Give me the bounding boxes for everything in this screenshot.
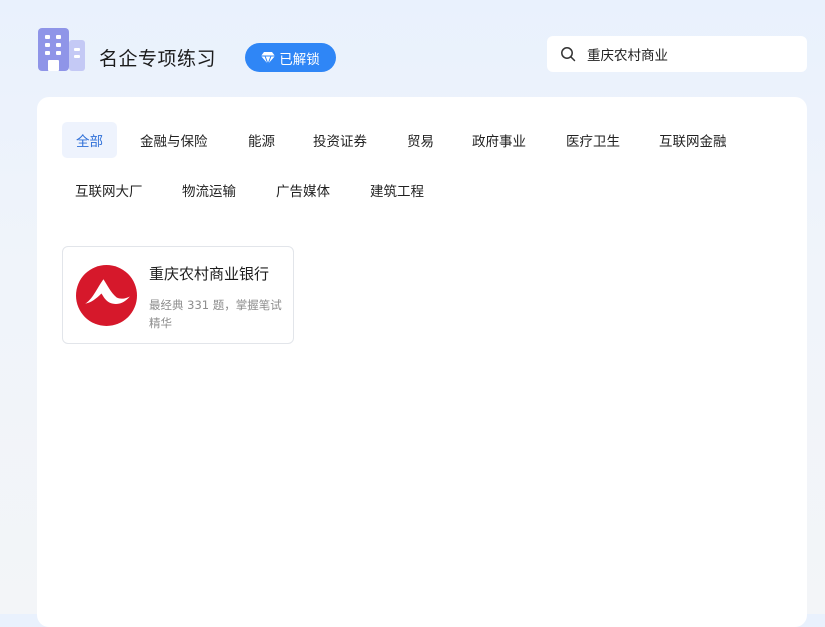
company-description: 最经典 331 题，掌握笔试精华 — [149, 298, 282, 330]
header: 名企专项练习 已解锁 — [0, 0, 825, 97]
category-tab-healthcare[interactable]: 医疗卫生 — [552, 122, 634, 158]
category-tab-internet-finance[interactable]: 互联网金融 — [645, 122, 741, 158]
category-tab-investment-securities[interactable]: 投资证券 — [299, 122, 381, 158]
category-tab-advertising-media[interactable]: 广告媒体 — [262, 172, 344, 208]
main-panel: 全部 金融与保险 能源 投资证券 贸易 政府事业 医疗卫生 互联网金融 互联网大… — [37, 97, 807, 627]
category-tab-trade[interactable]: 贸易 — [393, 122, 448, 158]
category-tab-logistics[interactable]: 物流运输 — [168, 172, 250, 208]
search-icon — [561, 47, 576, 62]
company-card[interactable]: 重庆农村商业银行 最经典 331 题，掌握笔试精华 — [62, 246, 294, 344]
company-name: 重庆农村商业银行 — [149, 265, 270, 283]
category-tab-all[interactable]: 全部 — [62, 122, 117, 158]
diamond-icon — [261, 51, 276, 64]
unlocked-badge: 已解锁 — [245, 43, 336, 72]
bank-logo-icon — [76, 265, 137, 326]
page-title: 名企专项练习 — [99, 48, 217, 70]
category-tab-government[interactable]: 政府事业 — [458, 122, 540, 158]
category-tab-internet-giants[interactable]: 互联网大厂 — [61, 172, 157, 208]
category-tab-energy[interactable]: 能源 — [234, 122, 289, 158]
search-box[interactable] — [547, 36, 807, 72]
building-icon — [38, 28, 85, 71]
category-tab-finance-insurance[interactable]: 金融与保险 — [126, 122, 222, 158]
category-tab-construction[interactable]: 建筑工程 — [356, 172, 438, 208]
search-input[interactable] — [587, 46, 787, 62]
unlocked-badge-label: 已解锁 — [279, 51, 320, 68]
